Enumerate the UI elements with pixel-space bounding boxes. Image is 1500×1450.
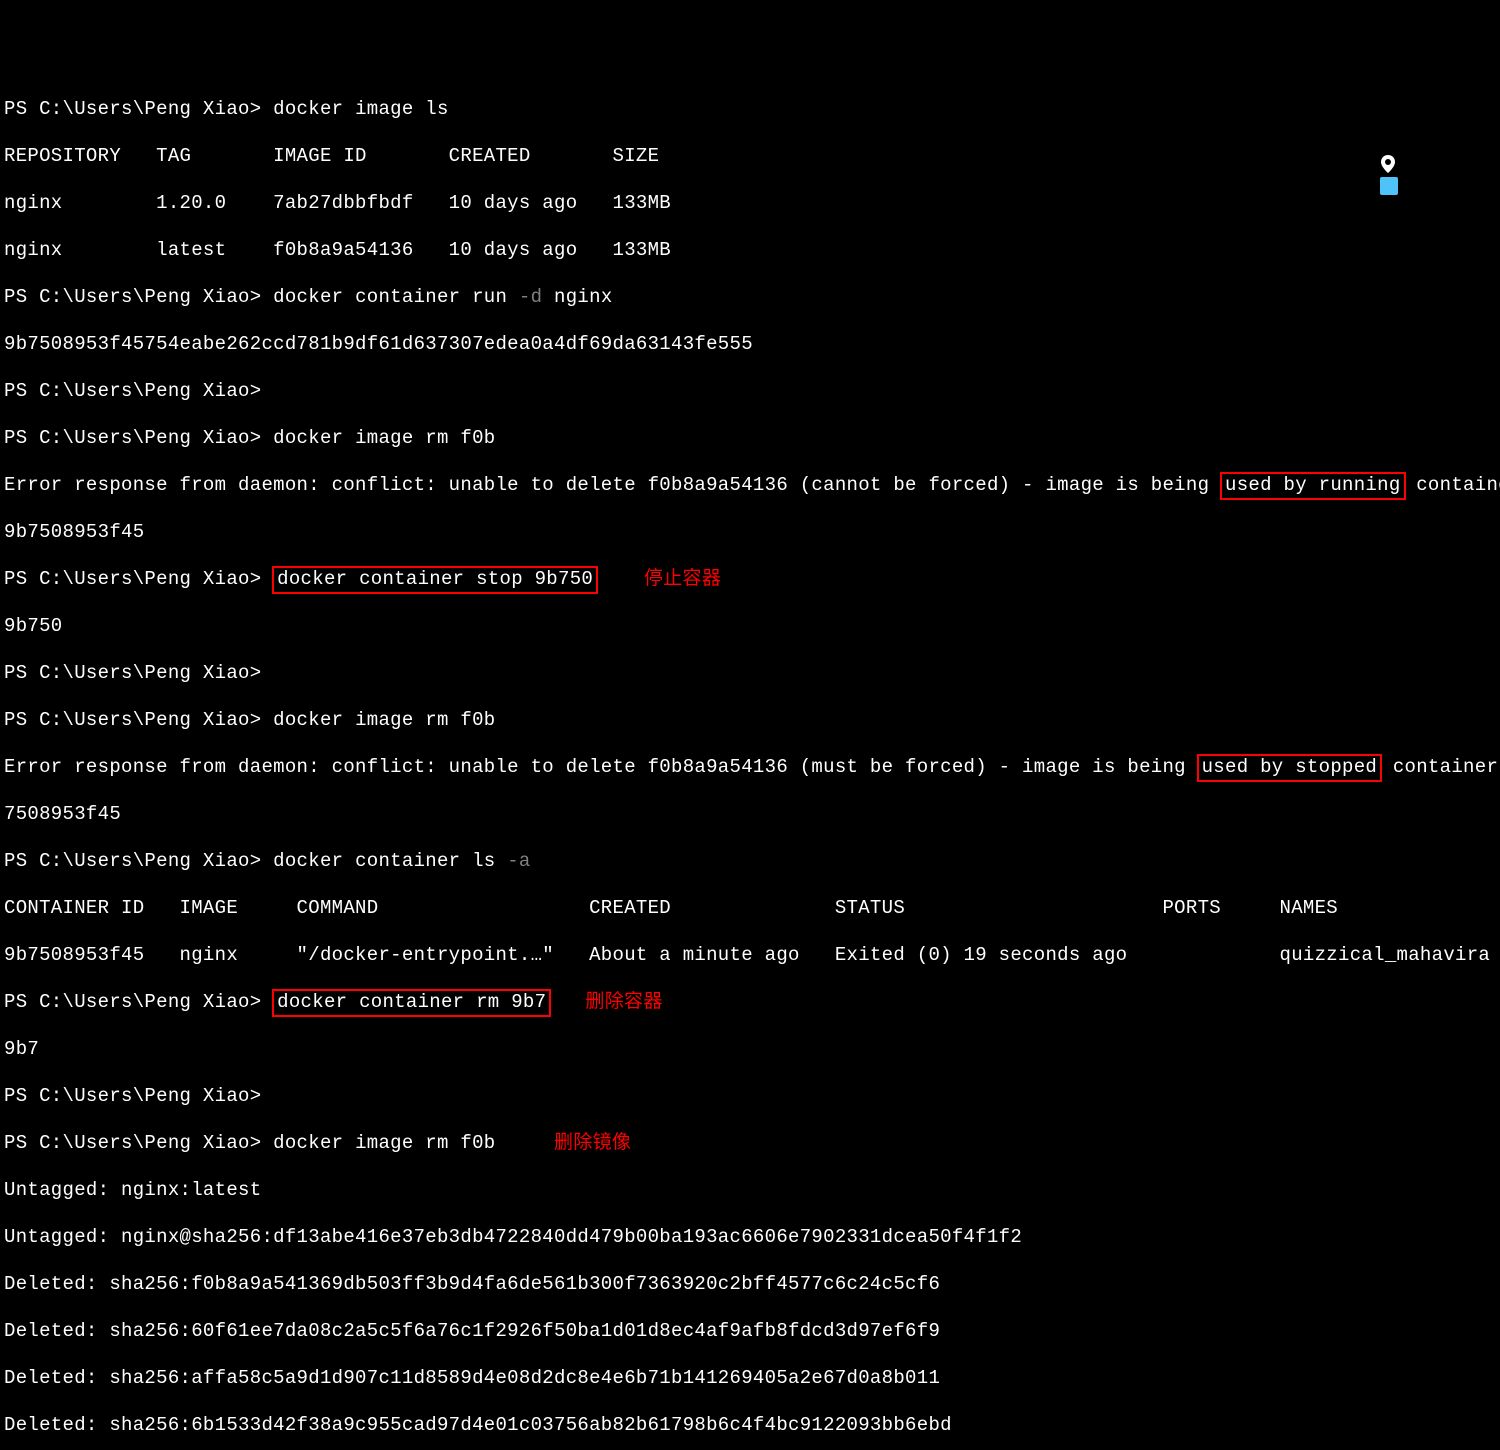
annotation-rm-container: 删除容器 — [585, 991, 662, 1013]
scrollbar-thumb[interactable] — [1380, 177, 1398, 195]
prompt-line: PS C:\Users\Peng Xiao> docker container … — [4, 850, 1500, 874]
highlight-rm-cmd: docker container rm 9b7 — [272, 989, 551, 1017]
output-line: 9b7508953f45754eabe262ccd781b9df61d63730… — [4, 333, 1500, 357]
error-line: 9b7508953f45 — [4, 521, 1500, 545]
output-line: 9b750 — [4, 615, 1500, 639]
prompt-line: PS C:\Users\Peng Xiao> docker image rm f… — [4, 709, 1500, 733]
error-line: Error response from daemon: conflict: un… — [4, 474, 1500, 498]
table-row: nginx latest f0b8a9a54136 10 days ago 13… — [4, 239, 1500, 263]
table-row: 9b7508953f45 nginx "/docker-entrypoint.…… — [4, 944, 1500, 968]
prompt-line: PS C:\Users\Peng Xiao> docker image ls — [4, 98, 1500, 122]
annotation-rm-image: 删除镜像 — [554, 1132, 631, 1154]
error-line: 7508953f45 — [4, 803, 1500, 827]
table-header: REPOSITORY TAG IMAGE ID CREATED SIZE — [4, 145, 1500, 169]
output-line: Deleted: sha256:60f61ee7da08c2a5c5f6a76c… — [4, 1320, 1500, 1344]
output-line: Deleted: sha256:6b1533d42f38a9c955cad97d… — [4, 1414, 1500, 1438]
highlight-stop-cmd: docker container stop 9b750 — [272, 566, 598, 594]
output-line: Deleted: sha256:f0b8a9a541369db503ff3b9d… — [4, 1273, 1500, 1297]
prompt-line: PS C:\Users\Peng Xiao> docker image rm f… — [4, 1132, 1500, 1156]
table-row: nginx 1.20.0 7ab27dbbfbdf 10 days ago 13… — [4, 192, 1500, 216]
table-header: CONTAINER ID IMAGE COMMAND CREATED STATU… — [4, 897, 1500, 921]
prompt-line: PS C:\Users\Peng Xiao> docker container … — [4, 286, 1500, 310]
annotation-stop: 停止容器 — [644, 568, 721, 590]
highlight-stopped: used by stopped — [1197, 754, 1383, 782]
prompt-line: PS C:\Users\Peng Xiao> — [4, 380, 1500, 404]
location-icon — [1381, 155, 1395, 173]
output-line: 9b7 — [4, 1038, 1500, 1062]
error-line: Error response from daemon: conflict: un… — [4, 756, 1500, 780]
prompt-line: PS C:\Users\Peng Xiao> — [4, 1085, 1500, 1109]
prompt-line: PS C:\Users\Peng Xiao> docker container … — [4, 568, 1500, 592]
highlight-running: used by running — [1220, 472, 1406, 500]
output-line: Untagged: nginx@sha256:df13abe416e37eb3d… — [4, 1226, 1500, 1250]
prompt-line: PS C:\Users\Peng Xiao> docker container … — [4, 991, 1500, 1015]
output-line: Deleted: sha256:affa58c5a9d1d907c11d8589… — [4, 1367, 1500, 1391]
prompt-line: PS C:\Users\Peng Xiao> docker image rm f… — [4, 427, 1500, 451]
output-line: Untagged: nginx:latest — [4, 1179, 1500, 1203]
prompt-line: PS C:\Users\Peng Xiao> — [4, 662, 1500, 686]
